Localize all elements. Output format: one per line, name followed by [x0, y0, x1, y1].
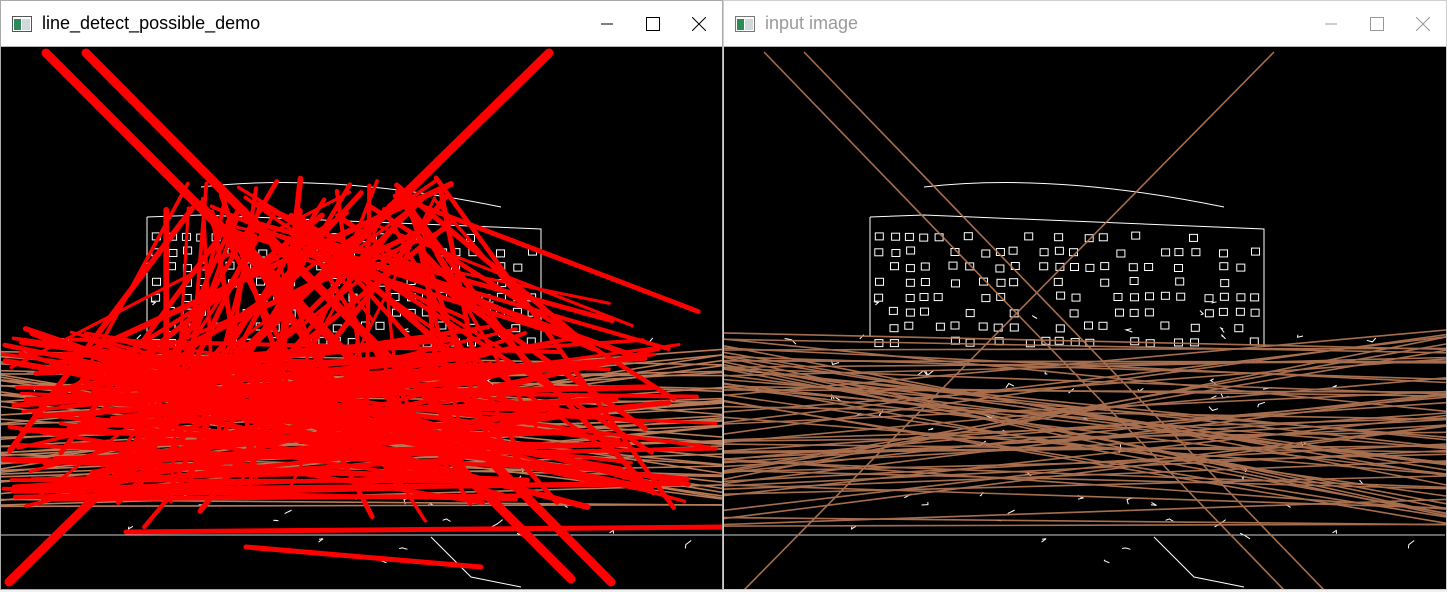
minimize-button[interactable]: [584, 1, 630, 46]
maximize-icon: [646, 16, 660, 31]
maximize-icon: [1370, 16, 1384, 31]
line-detect-window[interactable]: line_detect_possible_demo: [0, 0, 723, 590]
opencv-window-icon: [735, 15, 755, 32]
input-image-window[interactable]: input image: [723, 0, 1447, 590]
maximize-button[interactable]: [630, 1, 676, 46]
close-button[interactable]: [676, 1, 722, 46]
input-edge-image: [724, 51, 1446, 589]
output-image-canvas: [1, 47, 722, 589]
close-icon: [692, 16, 706, 31]
window-title: input image: [765, 13, 859, 33]
hough-lines: [724, 51, 1446, 589]
title-bar[interactable]: line_detect_possible_demo: [1, 1, 722, 46]
input-image-canvas: [724, 47, 1446, 589]
minimize-button[interactable]: [1308, 1, 1354, 46]
close-icon: [1416, 16, 1430, 31]
detected-lines-image: [1, 48, 722, 588]
maximize-button[interactable]: [1354, 1, 1400, 46]
minimize-icon: [1325, 23, 1337, 24]
title-bar[interactable]: input image: [724, 1, 1446, 46]
minimize-icon: [601, 23, 613, 24]
opencv-window-icon: [12, 15, 32, 32]
close-button[interactable]: [1400, 1, 1446, 46]
window-title: line_detect_possible_demo: [42, 13, 261, 33]
